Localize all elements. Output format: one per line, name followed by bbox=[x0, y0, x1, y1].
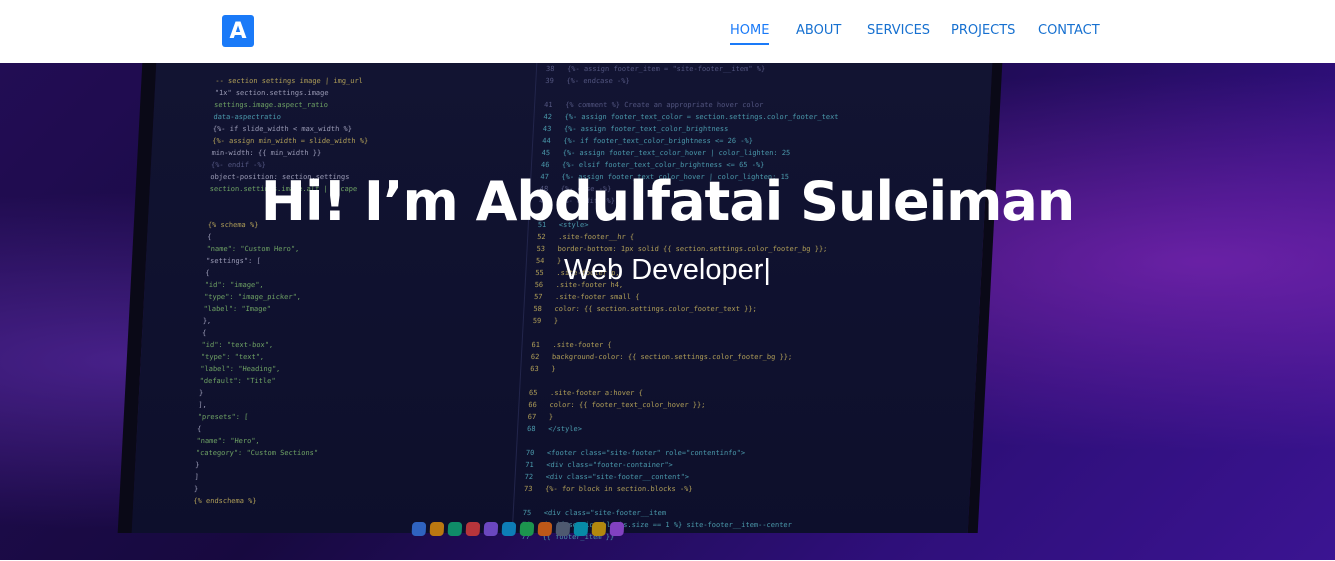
nav-link-label: PROJECTS bbox=[951, 23, 1016, 38]
brand-logo[interactable]: A bbox=[222, 15, 254, 47]
app-icon bbox=[609, 522, 625, 536]
app-icon bbox=[411, 522, 427, 536]
app-icon bbox=[501, 522, 517, 536]
hero-role-text: Web Developer bbox=[564, 254, 764, 286]
nav-link-label: HOME bbox=[730, 23, 770, 38]
nav-link-about[interactable]: ABOUT bbox=[796, 23, 841, 38]
hero-heading: Hi! I’m Abdulfatai Suleiman bbox=[0, 170, 1335, 233]
app-icon bbox=[447, 522, 463, 536]
nav-link-label: CONTACT bbox=[1038, 23, 1100, 38]
nav-link-projects[interactable]: PROJECTS bbox=[951, 23, 1015, 38]
app-icon bbox=[465, 522, 481, 536]
app-icon bbox=[519, 522, 535, 536]
editor-divider bbox=[511, 63, 538, 533]
app-icon bbox=[573, 522, 589, 536]
app-icon bbox=[555, 522, 571, 536]
hero-role: Web Developer| bbox=[0, 254, 1335, 287]
app-icon bbox=[429, 522, 445, 536]
hero-background-image: -- section settings image | img_url "1x"… bbox=[117, 63, 1003, 541]
nav-link-services[interactable]: SERVICES bbox=[867, 23, 930, 38]
active-indicator bbox=[730, 43, 770, 45]
app-icon bbox=[591, 522, 607, 536]
hero-section: -- section settings image | img_url "1x"… bbox=[0, 63, 1335, 560]
nav-link-home[interactable]: HOME bbox=[730, 23, 770, 45]
nav-link-label: SERVICES bbox=[867, 23, 931, 38]
hero-greeting: Hi! I’m bbox=[260, 170, 476, 233]
app-icon bbox=[537, 522, 553, 536]
typing-cursor: | bbox=[763, 254, 771, 286]
top-navbar: A HOME ABOUT SERVICES PROJECTS CONTACT bbox=[0, 0, 1335, 63]
code-decoration-right: 38 {%- assign footer_item = "site-footer… bbox=[521, 65, 839, 541]
nav-link-label: ABOUT bbox=[796, 23, 842, 38]
dock-bar bbox=[411, 518, 772, 540]
app-icon bbox=[483, 522, 499, 536]
hero-name: Abdulfatai Suleiman bbox=[475, 170, 1076, 233]
nav-link-contact[interactable]: CONTACT bbox=[1038, 23, 1100, 38]
